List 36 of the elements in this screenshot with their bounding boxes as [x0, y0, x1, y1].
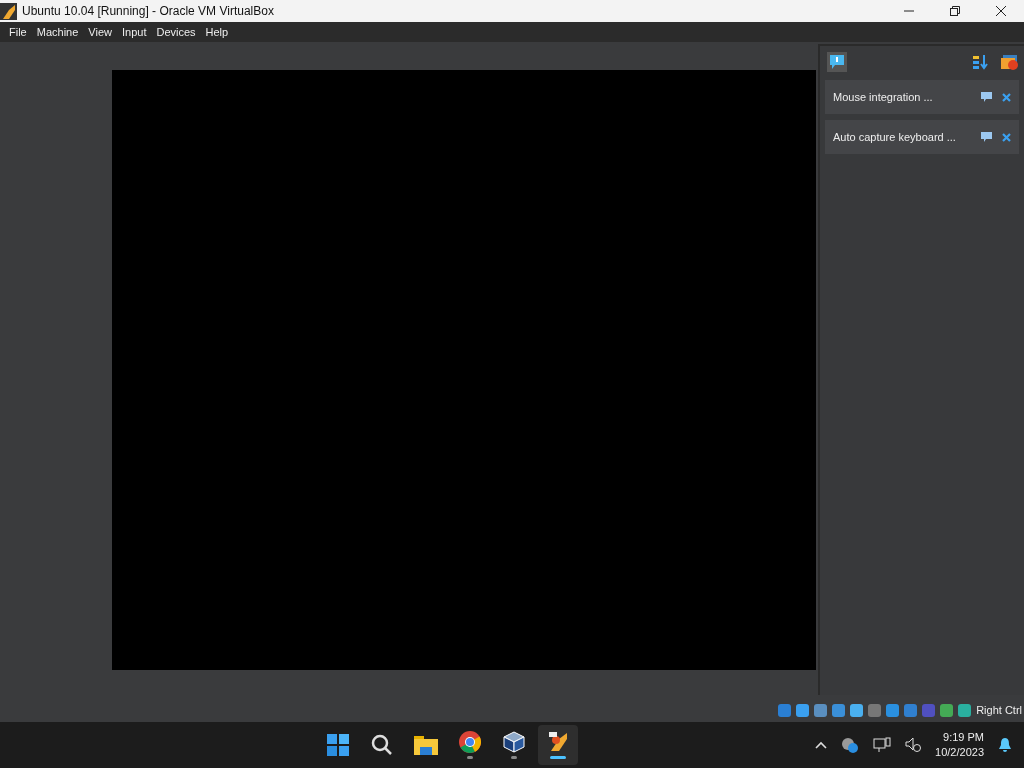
vm-app-icon: [0, 2, 17, 20]
menu-item[interactable]: View: [83, 26, 117, 38]
windows-logo-icon: [326, 734, 349, 756]
clock-time: 9:19 PM: [943, 730, 984, 745]
close-button[interactable]: [1002, 132, 1011, 142]
clock-date: 10/2/2023: [935, 745, 984, 760]
mute-icon: [905, 737, 922, 753]
menu-item[interactable]: Help: [200, 26, 234, 38]
sort-icon: [973, 54, 989, 70]
menu-item[interactable]: Input: [116, 26, 152, 38]
network-icon: [873, 737, 892, 753]
clear-all-button[interactable]: [1001, 54, 1019, 70]
menu-item[interactable]: File: [4, 26, 32, 38]
close-button[interactable]: [1002, 92, 1011, 102]
sort-button[interactable]: [973, 54, 989, 70]
menu-item[interactable]: Machine: [31, 26, 84, 38]
bell-icon: [998, 737, 1012, 753]
browser-icon: [458, 731, 481, 753]
taskbar-app[interactable]: [537, 725, 578, 765]
chevron-up-icon: [815, 741, 828, 749]
close-icon: [1002, 92, 1011, 102]
window-title: Ubuntu 10.04 [Running] - Oracle VM VirtualBox: [22, 4, 275, 18]
vm-app-icon: [546, 731, 569, 753]
menu-item[interactable]: Devices: [151, 26, 201, 38]
close-icon: [1002, 132, 1011, 142]
clear-icon: [1001, 54, 1019, 70]
cube-icon: [502, 731, 525, 753]
host-key-label: Right Ctrl: [976, 704, 1022, 716]
close-icon: [996, 6, 1006, 16]
notification-text: Mouse integration ...: [833, 91, 934, 103]
folder-icon: [413, 735, 438, 755]
restore-icon: [950, 6, 960, 16]
square-icon: [867, 702, 883, 718]
cloud-info-icon: [841, 737, 860, 753]
search-icon: [370, 734, 393, 756]
notification-text: Auto capture keyboard ...: [833, 131, 957, 143]
